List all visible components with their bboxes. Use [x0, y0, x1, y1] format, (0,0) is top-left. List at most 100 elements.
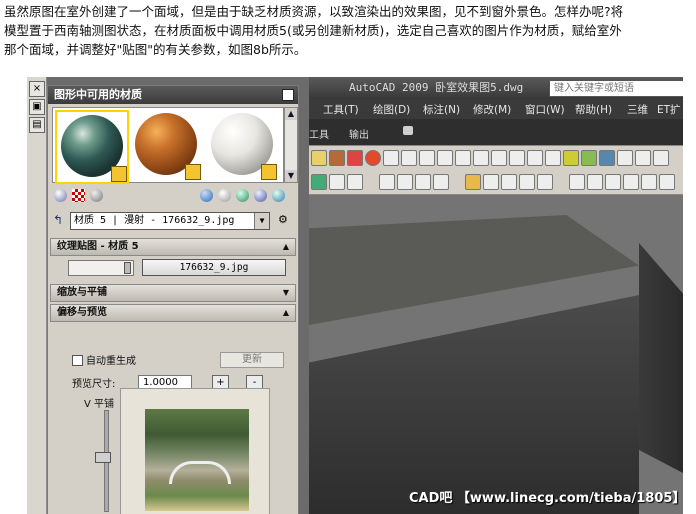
- applied-badge-icon: [185, 164, 201, 180]
- 3d-sphere-icon[interactable]: [501, 174, 517, 190]
- modify-toolbar: [309, 145, 683, 171]
- watermark-text: CAD吧 【www.linecg.com/tieba/1805】: [409, 491, 683, 506]
- materials-icon[interactable]: [599, 150, 615, 166]
- garden-photo-preview: [145, 409, 249, 511]
- menu-draw[interactable]: 绘图(D): [373, 102, 410, 117]
- ucs-world-icon[interactable]: [587, 174, 603, 190]
- materials-panel-title: 图形中可用的材质: [48, 86, 298, 104]
- remove-material-icon[interactable]: [272, 189, 285, 202]
- section-texture-map-title: 纹理贴图 - 材质 5: [57, 241, 139, 252]
- rotate-icon[interactable]: [419, 150, 435, 166]
- scroll-down-icon[interactable]: ▼: [285, 170, 297, 182]
- menu-tools[interactable]: 工具(T): [323, 102, 359, 117]
- update-button[interactable]: 更新: [220, 352, 284, 368]
- palette-pin-icon[interactable]: ▣: [29, 99, 45, 115]
- texture-file-button[interactable]: 176632_9.jpg: [142, 259, 286, 276]
- menu-express[interactable]: ET扩: [657, 102, 681, 117]
- section-scale-tiling[interactable]: 缩放与平铺 ▼: [50, 284, 296, 302]
- extend-icon[interactable]: [491, 150, 507, 166]
- v-tile-slider-handle[interactable]: [95, 452, 111, 463]
- section-scale-tiling-title: 缩放与平铺: [57, 287, 107, 298]
- chamfer-icon[interactable]: [545, 150, 561, 166]
- 3d-cylinder-icon[interactable]: [537, 174, 553, 190]
- apply-material-icon[interactable]: [236, 189, 249, 202]
- 3d-box-icon[interactable]: [483, 174, 499, 190]
- output-label[interactable]: 输出: [349, 126, 369, 141]
- purge-material-icon[interactable]: [218, 189, 231, 202]
- expand-icon[interactable]: ▼: [277, 285, 289, 301]
- texture-slider[interactable]: [68, 260, 134, 276]
- materials-panel-title-text: 图形中可用的材质: [54, 88, 142, 101]
- auto-regen-checkbox[interactable]: [72, 355, 83, 366]
- render-icon[interactable]: [581, 150, 597, 166]
- applied-badge-icon: [261, 164, 277, 180]
- ucs-origin-icon[interactable]: [605, 174, 621, 190]
- drawing-viewport[interactable]: CAD吧 【www.linecg.com/tieba/1805】: [309, 195, 683, 514]
- mirror-icon[interactable]: [347, 150, 363, 166]
- material-arrow-icon[interactable]: ↰: [53, 213, 63, 227]
- autocad-titlebar: AutoCAD 2009 卧室效果图5.dwg 键入关键字或短语: [309, 77, 683, 99]
- menu-modify[interactable]: 修改(M): [473, 102, 511, 117]
- material-selector-combo[interactable]: 材质 5 | 漫射 - 176632_9.jpg ▼: [70, 212, 270, 230]
- swatch-preview-icon[interactable]: [90, 189, 103, 202]
- menu-3d[interactable]: 三维: [627, 102, 648, 117]
- wave-icon[interactable]: [329, 174, 345, 190]
- article-text: 虽然原图在室外创建了一个面域，但是由于缺乏材质资源，以致渲染出的效果图，见不到窗…: [4, 2, 694, 59]
- break-icon[interactable]: [509, 150, 525, 166]
- material-options-icon[interactable]: ⚙: [278, 213, 288, 226]
- tools-label[interactable]: 工具: [309, 126, 329, 141]
- sphere-swatch-icon[interactable]: [54, 189, 67, 202]
- pan-icon[interactable]: [379, 174, 395, 190]
- zoom-icon[interactable]: [397, 174, 413, 190]
- scale-icon[interactable]: [437, 150, 453, 166]
- material-tools-row: [52, 187, 294, 205]
- ucs-face-icon[interactable]: [659, 174, 675, 190]
- array-icon[interactable]: [383, 150, 399, 166]
- scroll-up-icon[interactable]: ▲: [285, 108, 297, 120]
- create-material-icon[interactable]: [200, 189, 213, 202]
- orbit-icon[interactable]: [311, 174, 327, 190]
- section-texture-map[interactable]: 纹理贴图 - 材质 5 ▲: [50, 238, 296, 256]
- collapse-icon[interactable]: ▲: [277, 305, 289, 321]
- move-icon[interactable]: [401, 150, 417, 166]
- ucs-view-icon[interactable]: [623, 174, 639, 190]
- lights-icon[interactable]: [617, 150, 633, 166]
- menu-window[interactable]: 窗口(W): [525, 102, 565, 117]
- camera-icon[interactable]: [635, 150, 651, 166]
- workspace-dropdown-icon[interactable]: [403, 126, 413, 135]
- palette-close-icon[interactable]: ×: [29, 81, 45, 97]
- menu-help[interactable]: 帮助(H): [575, 102, 612, 117]
- menu-bar: 工具(T) 绘图(D) 标注(N) 修改(M) 窗口(W) 帮助(H) 三维 E…: [309, 99, 683, 119]
- 3d-wedge-icon[interactable]: [519, 174, 535, 190]
- offset-icon[interactable]: [365, 150, 381, 166]
- material-swatch-2[interactable]: [131, 110, 201, 180]
- menu-dimension[interactable]: 标注(N): [423, 102, 460, 117]
- explode-icon[interactable]: [653, 150, 669, 166]
- material-swatch-3[interactable]: [207, 110, 277, 180]
- erase-icon[interactable]: [311, 150, 327, 166]
- material-swatch-1[interactable]: [55, 110, 129, 184]
- help-search-input[interactable]: 键入关键字或短语: [549, 80, 683, 97]
- zoom-previous-icon[interactable]: [433, 174, 449, 190]
- collapse-icon[interactable]: ▲: [277, 239, 289, 255]
- select-objects-icon[interactable]: [254, 189, 267, 202]
- join-icon[interactable]: [527, 150, 543, 166]
- ucs-3point-icon[interactable]: [641, 174, 657, 190]
- autocad-screenshot: × ▣ ▤ 图形中可用的材质 ▲ ▼ ↰ 材质 5 | 漫射 - 176632_…: [27, 77, 683, 514]
- zoom-window-icon[interactable]: [415, 174, 431, 190]
- palette-menu-icon[interactable]: ▤: [29, 117, 45, 133]
- ucs-icon[interactable]: [569, 174, 585, 190]
- fillet-icon[interactable]: [563, 150, 579, 166]
- section-offset-preview[interactable]: 偏移与预览 ▲: [50, 304, 296, 322]
- swatch-scrollbar[interactable]: ▲ ▼: [284, 107, 298, 183]
- chevron-down-icon[interactable]: ▼: [254, 213, 269, 229]
- slider-handle[interactable]: [124, 262, 131, 274]
- shape-icon[interactable]: [347, 174, 363, 190]
- pencil-icon[interactable]: [465, 174, 481, 190]
- copy-icon[interactable]: [329, 150, 345, 166]
- model-box-side-panel: [639, 243, 683, 473]
- trim-icon[interactable]: [473, 150, 489, 166]
- checker-background-icon[interactable]: [72, 189, 85, 202]
- stretch-icon[interactable]: [455, 150, 471, 166]
- panel-toggle-icon[interactable]: [282, 89, 294, 101]
